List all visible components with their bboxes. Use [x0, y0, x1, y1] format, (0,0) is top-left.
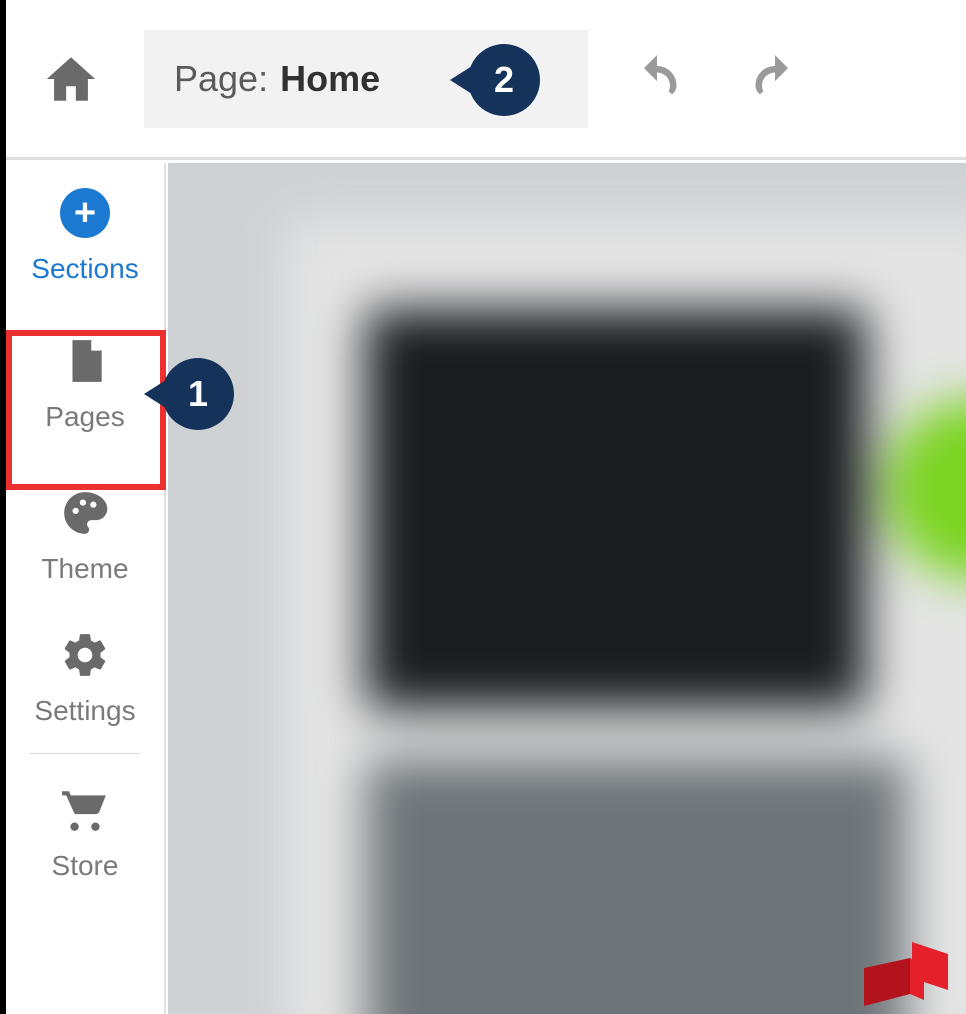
- redo-button[interactable]: [746, 50, 804, 108]
- callout-badge-2: 2: [468, 44, 540, 116]
- sidebar-item-settings[interactable]: Settings: [6, 605, 164, 747]
- undo-button[interactable]: [628, 50, 686, 108]
- page-icon: [59, 335, 111, 387]
- sidebar-item-label: Theme: [41, 553, 128, 585]
- callout-tail: [144, 380, 166, 408]
- callout-number: 2: [494, 59, 514, 101]
- gear-icon: [59, 629, 111, 681]
- editor-canvas[interactable]: [168, 163, 966, 1014]
- callout-tail: [450, 66, 472, 94]
- plus-circle-icon: +: [59, 187, 111, 239]
- palette-icon: [59, 487, 111, 539]
- sidebar-item-store[interactable]: Store: [6, 760, 164, 902]
- callout-number: 1: [188, 373, 208, 415]
- sidebar-item-label: Pages: [45, 401, 124, 433]
- page-name: Home: [280, 58, 380, 100]
- sidebar-item-label: Store: [52, 850, 119, 882]
- undo-icon: [631, 53, 683, 105]
- home-icon: [42, 50, 100, 108]
- sidebar-item-theme[interactable]: Theme: [6, 463, 164, 605]
- sidebar-item-label: Sections: [31, 253, 138, 285]
- callout-badge-1: 1: [162, 358, 234, 430]
- sidebar-item-pages[interactable]: Pages: [6, 305, 164, 463]
- sidebar-item-label: Settings: [34, 695, 135, 727]
- page-label: Page:: [174, 58, 268, 100]
- page-preview: [286, 219, 966, 1014]
- cart-icon: [59, 784, 111, 836]
- home-button[interactable]: [38, 46, 104, 112]
- left-sidebar: + Sections Pages Theme Settings Store: [6, 163, 166, 1014]
- sidebar-divider: [30, 753, 140, 754]
- redo-icon: [749, 53, 801, 105]
- sidebar-item-sections[interactable]: + Sections: [6, 163, 164, 305]
- top-toolbar: Page: Home 2: [6, 0, 966, 160]
- brand-logo: [852, 928, 952, 1008]
